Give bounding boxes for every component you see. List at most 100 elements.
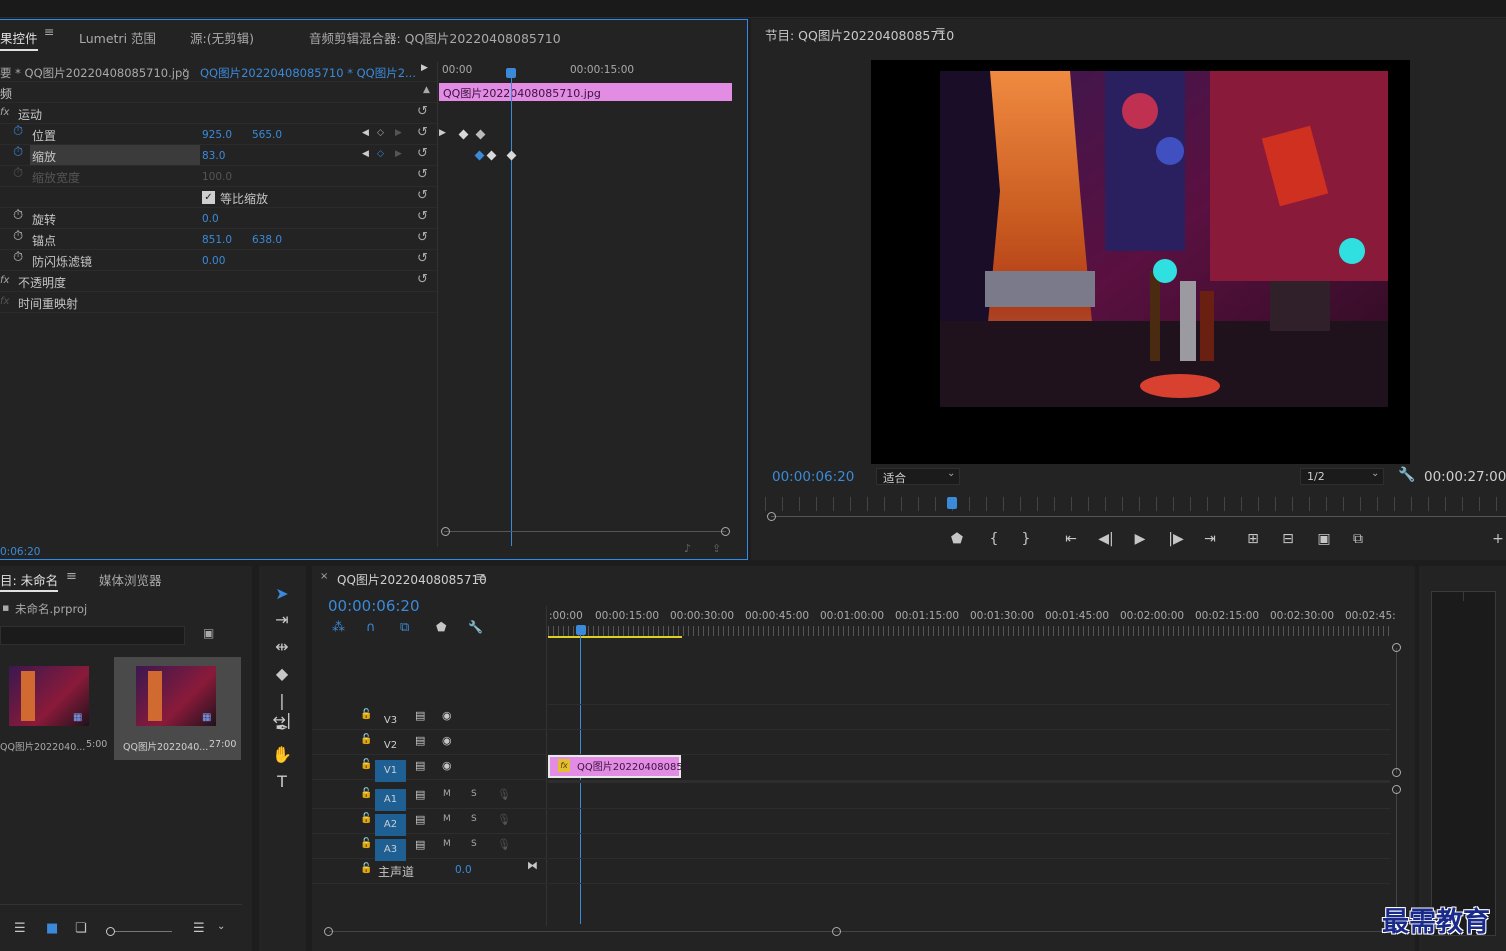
track-select-tool-icon[interactable]: ⇥: [270, 610, 294, 632]
ec-scrollbar[interactable]: [444, 531, 726, 532]
eye-icon[interactable]: ◉: [442, 760, 452, 771]
lock-icon[interactable]: 🔓: [360, 839, 372, 849]
master-value[interactable]: 0.0: [455, 864, 472, 876]
program-timecode[interactable]: 00:00:06:20: [772, 469, 854, 485]
next-keyframe-icon[interactable]: ▶: [395, 129, 402, 138]
playhead-handle[interactable]: [576, 625, 586, 635]
keyframe-marker[interactable]: [474, 150, 485, 161]
icon-view-icon[interactable]: ■: [46, 922, 58, 935]
anchor-x-value[interactable]: 851.0: [202, 234, 232, 246]
pen-tool-icon[interactable]: ✒: [270, 718, 294, 740]
position-y-value[interactable]: 565.0: [252, 129, 282, 141]
add-marker-icon[interactable]: ⬟: [436, 621, 446, 633]
mic-icon[interactable]: 🎙: [497, 814, 511, 825]
list-view-icon[interactable]: ☰: [14, 922, 26, 935]
track-label[interactable]: A2: [375, 814, 406, 836]
audio-icon[interactable]: ♪: [684, 543, 691, 554]
scale-value[interactable]: 83.0: [202, 150, 225, 162]
mic-icon[interactable]: 🎙: [497, 839, 511, 850]
panel-menu-icon[interactable]: ≡: [475, 571, 486, 584]
mark-out-icon[interactable]: }: [1015, 531, 1037, 547]
sync-icon[interactable]: ▤: [415, 839, 425, 850]
project-item[interactable]: ▦ QQ图片2022040... 5:00: [0, 657, 110, 761]
type-tool-icon[interactable]: T: [270, 772, 294, 794]
zoom-slider-handle[interactable]: [106, 927, 115, 936]
razor-tool-icon[interactable]: ◆: [270, 664, 294, 686]
track-label[interactable]: A1: [375, 789, 406, 811]
stopwatch-icon[interactable]: ⏱: [13, 209, 23, 222]
ec-clip-bar[interactable]: QQ图片20220408085710.jpg: [439, 83, 732, 101]
lift-icon[interactable]: ⊞: [1242, 531, 1264, 547]
mic-icon[interactable]: 🎙: [497, 789, 511, 800]
project-search-input[interactable]: [0, 626, 185, 645]
stopwatch-icon[interactable]: ⏱: [13, 146, 23, 159]
timeline-timecode[interactable]: 00:00:06:20: [328, 597, 420, 615]
snap-icon[interactable]: ∩: [366, 621, 376, 634]
next-keyframe-icon[interactable]: ▶: [395, 150, 402, 159]
camera-icon[interactable]: ▣: [1313, 531, 1335, 547]
play-triangle-icon[interactable]: ▶: [421, 64, 428, 73]
prev-keyframe-icon[interactable]: ◀: [362, 150, 369, 159]
tab-media-browser[interactable]: 媒体浏览器: [99, 570, 162, 589]
fit-dropdown[interactable]: 适合 ⌄: [876, 468, 960, 485]
panel-menu-icon[interactable]: ≡: [935, 25, 946, 38]
effect-opacity[interactable]: fx 不透明度 ↺: [0, 271, 437, 292]
scroll-handle-left[interactable]: [441, 527, 450, 536]
add-keyframe-icon[interactable]: ◇: [377, 150, 384, 159]
step-forward-icon[interactable]: |▶: [1165, 531, 1187, 547]
effect-motion[interactable]: fx 运动 ↺: [0, 103, 437, 124]
work-area-bar[interactable]: [548, 636, 682, 638]
tab-lumetri-scopes[interactable]: Lumetri 范围: [79, 28, 156, 47]
anchor-y-value[interactable]: 638.0: [252, 234, 282, 246]
close-icon[interactable]: ×: [320, 572, 328, 582]
sync-icon[interactable]: ▤: [415, 789, 425, 800]
lock-icon[interactable]: 🔓: [360, 864, 372, 874]
program-scrub-ticks[interactable]: [765, 497, 1506, 511]
project-item[interactable]: ▦ QQ图片2022040... 27:00: [114, 657, 241, 760]
chevron-down-icon[interactable]: ⌄: [217, 922, 225, 932]
track-label[interactable]: V1: [375, 760, 406, 782]
ec-timecode[interactable]: 0:06:20: [0, 546, 40, 558]
panel-menu-icon[interactable]: ≡: [66, 570, 77, 583]
vscroll-handle-bottom[interactable]: [1392, 768, 1401, 777]
zoom-slider[interactable]: [110, 931, 172, 932]
reset-icon[interactable]: ↺: [417, 273, 428, 286]
keyframe-marker[interactable]: [506, 150, 517, 161]
scroll-up-icon[interactable]: ▲: [423, 86, 430, 95]
reset-icon[interactable]: ↺: [417, 147, 428, 160]
hscroll-handle-left[interactable]: [324, 927, 333, 936]
rotation-value[interactable]: 0.0: [202, 213, 219, 225]
filmstrip-icon[interactable]: ▤: [415, 760, 425, 771]
reset-icon[interactable]: ↺: [417, 126, 428, 139]
reset-icon[interactable]: ↺: [417, 252, 428, 265]
reset-icon[interactable]: ↺: [417, 189, 428, 202]
go-to-edit-icon[interactable]: ⧓: [527, 860, 538, 871]
scroll-handle-right[interactable]: [721, 527, 730, 536]
reset-icon[interactable]: ↺: [417, 231, 428, 244]
keyframe-nav-icon[interactable]: ▶: [439, 129, 446, 138]
solo-button[interactable]: S: [471, 789, 477, 799]
go-to-in-icon[interactable]: ⇤: [1060, 531, 1082, 547]
master-clip-label[interactable]: 要 * QQ图片20220408085710.jpg: [0, 65, 190, 81]
tab-project[interactable]: 目: 未命名: [0, 570, 59, 592]
filmstrip-icon[interactable]: ▤: [415, 735, 425, 746]
checkbox-checked-icon[interactable]: ✓: [202, 191, 215, 204]
mute-button[interactable]: M: [443, 814, 451, 824]
wrench-icon[interactable]: 🔧: [1398, 468, 1415, 482]
keyframe-marker[interactable]: [475, 129, 486, 140]
freeform-view-icon[interactable]: ❏: [75, 922, 87, 935]
track-label[interactable]: A3: [375, 839, 406, 861]
program-scrub-start[interactable]: [767, 512, 776, 521]
tab-effect-controls[interactable]: 果控件: [0, 28, 38, 51]
mute-button[interactable]: M: [443, 789, 451, 799]
keyframe-marker[interactable]: [458, 129, 469, 140]
solo-button[interactable]: S: [471, 814, 477, 824]
lock-icon[interactable]: 🔓: [360, 760, 372, 770]
hand-tool-icon[interactable]: ✋: [270, 745, 294, 767]
filmstrip-icon[interactable]: ▤: [415, 710, 425, 721]
go-to-out-icon[interactable]: ⇥: [1199, 531, 1221, 547]
add-keyframe-icon[interactable]: ◇: [377, 129, 384, 138]
selection-tool-icon[interactable]: ➤: [270, 584, 294, 606]
ripple-edit-tool-icon[interactable]: ⇹: [270, 637, 294, 659]
vscroll-track[interactable]: [1396, 648, 1397, 773]
